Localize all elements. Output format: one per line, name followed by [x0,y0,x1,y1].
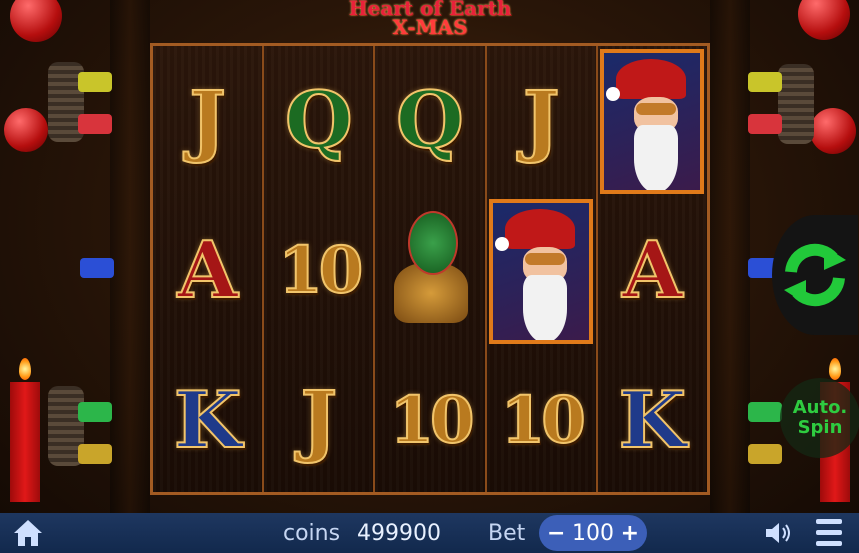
reel-3: Q 10 [373,46,485,492]
reel-2: Q 10 J [262,46,374,492]
card-symbol: Q [395,75,465,166]
christmas-ornament [810,108,856,154]
light-bulb [78,114,112,134]
light-bulb [80,258,114,278]
light-bulb [78,444,112,464]
reel-cell: A [598,196,707,346]
reel-cell: 10 [264,196,373,346]
light-bulb [748,72,782,92]
light-bulb [748,114,782,134]
christmas-ornament [10,0,62,42]
reel-cell: J [487,46,596,196]
bet-decrease-button[interactable]: − [547,521,565,546]
candle-flame [19,358,31,380]
game-title: Heart of Earth X-MAS [340,0,520,38]
reel-cell: 10 [375,346,484,496]
light-bulb [78,402,112,422]
reel-grid: J A K Q 10 J Q 10 J 10 A K [150,43,710,495]
card-symbol: J [522,75,561,166]
refresh-icon [784,243,846,307]
reel-cell: Q [375,46,484,196]
reel-4: J 10 [484,46,596,492]
spin-button[interactable] [772,215,858,335]
reel-5: AK [595,46,708,492]
coins-label: coins [283,521,341,546]
candle [10,382,40,502]
card-symbol: A [621,225,684,316]
coins-value: 499900 [357,521,441,546]
card-symbol: 10 [500,383,587,458]
card-symbol: K [618,375,688,466]
wood-texture [110,0,150,513]
reel-1: JAK [153,46,263,492]
reel-cell [375,196,484,346]
reel-cell [598,46,707,196]
reel-cell: Q [264,46,373,196]
card-symbol: K [173,375,243,466]
reel-cell: 10 [487,346,596,496]
tree-scatter-symbol [390,211,470,331]
menu-icon[interactable] [816,519,842,547]
reel-cell: K [598,346,707,496]
light-bulb [78,72,112,92]
card-symbol: A [176,225,239,316]
christmas-ornament [4,108,48,152]
bet-increase-button[interactable]: + [621,521,639,546]
wood-texture [710,0,750,513]
bottom-bar: coins 499900 Bet − 100 + [0,513,859,553]
reel-cell: J [153,46,262,196]
card-symbol: Q [284,75,354,166]
reel-cell [487,196,596,346]
christmas-ornament [798,0,850,40]
candle-flame [829,358,841,380]
bet-value: 100 [572,520,614,546]
reel-cell: J [264,346,373,496]
card-symbol: J [188,75,227,166]
light-bulb [748,444,782,464]
santa-wild-symbol [489,198,594,344]
auto-spin-label: Auto. Spin [792,397,848,438]
reel-cell: K [153,346,262,496]
santa-wild-symbol [600,48,705,194]
reel-cell: A [153,196,262,346]
bet-control: − 100 + [539,515,647,551]
home-icon[interactable] [12,518,44,548]
light-bulb [748,402,782,422]
sound-icon[interactable] [764,520,794,546]
card-symbol: 10 [388,383,475,458]
card-symbol: J [299,375,338,466]
gear-icon [778,64,814,144]
card-symbol: 10 [277,233,364,308]
bet-label: Bet [488,521,526,546]
auto-spin-button[interactable]: Auto. Spin [780,378,859,458]
